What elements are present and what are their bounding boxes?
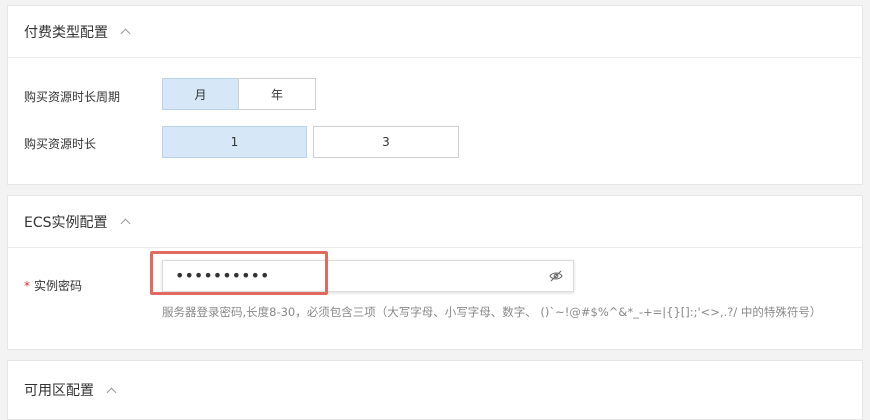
password-hint: 服务器登录密码,长度8-30，必须包含三项（大写字母、小写字母、数字、 ()`~… bbox=[162, 305, 822, 319]
required-mark: * bbox=[24, 279, 30, 293]
duration-option-1[interactable]: 1 bbox=[162, 126, 307, 158]
eye-slash-icon[interactable] bbox=[549, 270, 563, 282]
period-label: 购买资源时长周期 bbox=[24, 90, 121, 104]
chevron-up-icon[interactable] bbox=[106, 387, 117, 397]
ecs-config-card: ECS实例配置 * 实例密码 •••••••••• 服务器登录密码,长度8-30，… bbox=[7, 195, 863, 350]
chevron-up-icon[interactable] bbox=[120, 218, 130, 229]
billing-config-header[interactable]: 付费类型配置 bbox=[8, 6, 862, 58]
duration-label: 购买资源时长 bbox=[24, 137, 97, 151]
password-label-row: * 实例密码 bbox=[24, 277, 82, 294]
zone-config-title: 可用区配置 bbox=[24, 383, 94, 399]
duration-option-3[interactable]: 3 bbox=[313, 126, 459, 158]
period-option-month[interactable]: 月 bbox=[162, 78, 239, 110]
password-value: •••••••••• bbox=[175, 266, 270, 285]
ecs-config-title: ECS实例配置 bbox=[24, 214, 108, 231]
chevron-up-icon[interactable] bbox=[120, 28, 131, 39]
ecs-config-header[interactable]: ECS实例配置 bbox=[8, 196, 862, 248]
zone-config-header[interactable]: 可用区配置 bbox=[8, 361, 862, 419]
password-label: 实例密码 bbox=[34, 279, 83, 293]
billing-config-title: 付费类型配置 bbox=[24, 24, 108, 41]
billing-config-card: 付费类型配置 购买资源时长周期 月 年 购买资源时长 1 3 bbox=[7, 5, 863, 185]
password-input[interactable]: •••••••••• bbox=[162, 260, 574, 292]
period-option-year[interactable]: 年 bbox=[238, 78, 316, 110]
zone-config-card: 可用区配置 bbox=[7, 360, 863, 420]
